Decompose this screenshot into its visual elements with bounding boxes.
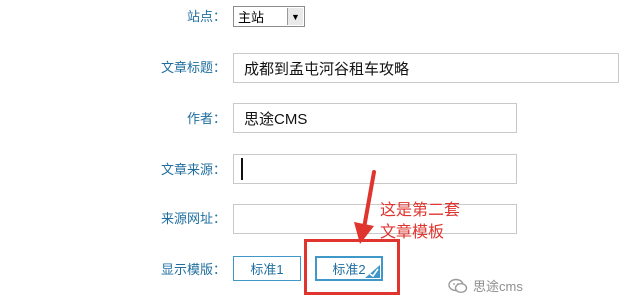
author-input-value: 思途CMS <box>244 110 308 128</box>
author-label: 作者： <box>186 111 226 126</box>
site-label: 站点： <box>186 9 226 24</box>
template-label: 显示模版： <box>160 262 226 277</box>
watermark: 思途cms <box>448 276 523 295</box>
title-label: 文章标题： <box>160 60 226 75</box>
author-input[interactable]: 思途CMS <box>233 103 517 133</box>
template-option-1[interactable]: 标准1 <box>233 256 301 281</box>
wechat-icon <box>448 278 468 293</box>
annotation-line-2: 文章模板 <box>380 222 445 241</box>
chevron-down-icon: ▼ <box>287 8 303 25</box>
template-option-1-label: 标准1 <box>250 262 284 277</box>
source-url-label: 来源网址： <box>160 211 226 226</box>
source-label: 文章来源： <box>160 162 226 177</box>
annotation-line-1: 这是第二套 <box>380 200 461 219</box>
text-caret <box>241 158 243 180</box>
annotation-text: 这是第二套 文章模板 <box>380 199 460 243</box>
title-input-value: 成都到孟屯河谷租车攻略 <box>244 60 410 78</box>
site-select[interactable]: 主站 ▼ <box>233 6 305 27</box>
site-select-value: 主站 <box>238 10 265 25</box>
title-input[interactable]: 成都到孟屯河谷租车攻略 <box>233 53 619 83</box>
watermark-text: 思途cms <box>473 279 523 294</box>
